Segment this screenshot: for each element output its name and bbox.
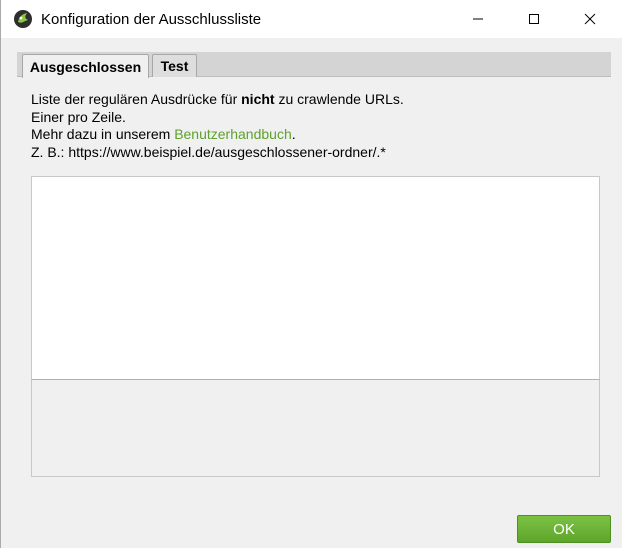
minimize-button[interactable] — [455, 0, 501, 38]
maximize-icon — [529, 14, 539, 24]
dialog-window: Konfiguration der Ausschlussliste Ausges… — [0, 0, 622, 548]
window-title: Konfiguration der Ausschlussliste — [41, 11, 262, 28]
validation-panel — [31, 380, 600, 477]
description-line-1: Liste der regulären Ausdrücke für nicht … — [31, 91, 404, 107]
title-bar[interactable]: Konfiguration der Ausschlussliste — [1, 0, 622, 38]
ok-button[interactable]: OK — [517, 515, 611, 543]
maximize-button[interactable] — [511, 0, 557, 38]
description-text: Liste der regulären Ausdrücke für nicht … — [31, 91, 404, 161]
description-example: Z. B.: https://www.beispiel.de/ausgeschl… — [31, 143, 386, 160]
close-button[interactable] — [567, 0, 613, 38]
exclusion-list-textarea[interactable] — [31, 176, 600, 380]
user-manual-link[interactable]: Benutzerhandbuch — [174, 126, 292, 142]
tab-test[interactable]: Test — [152, 54, 197, 77]
description-line-3: Mehr dazu in unserem Benutzerhandbuch. — [31, 126, 296, 142]
minimize-icon — [473, 18, 483, 20]
description-line-2: Einer pro Zeile. — [31, 108, 126, 125]
app-logo-icon — [13, 9, 33, 29]
close-icon — [584, 13, 596, 25]
tab-ausgeschlossen[interactable]: Ausgeschlossen — [22, 54, 149, 78]
tab-bar: Ausgeschlossen Test — [17, 52, 611, 78]
